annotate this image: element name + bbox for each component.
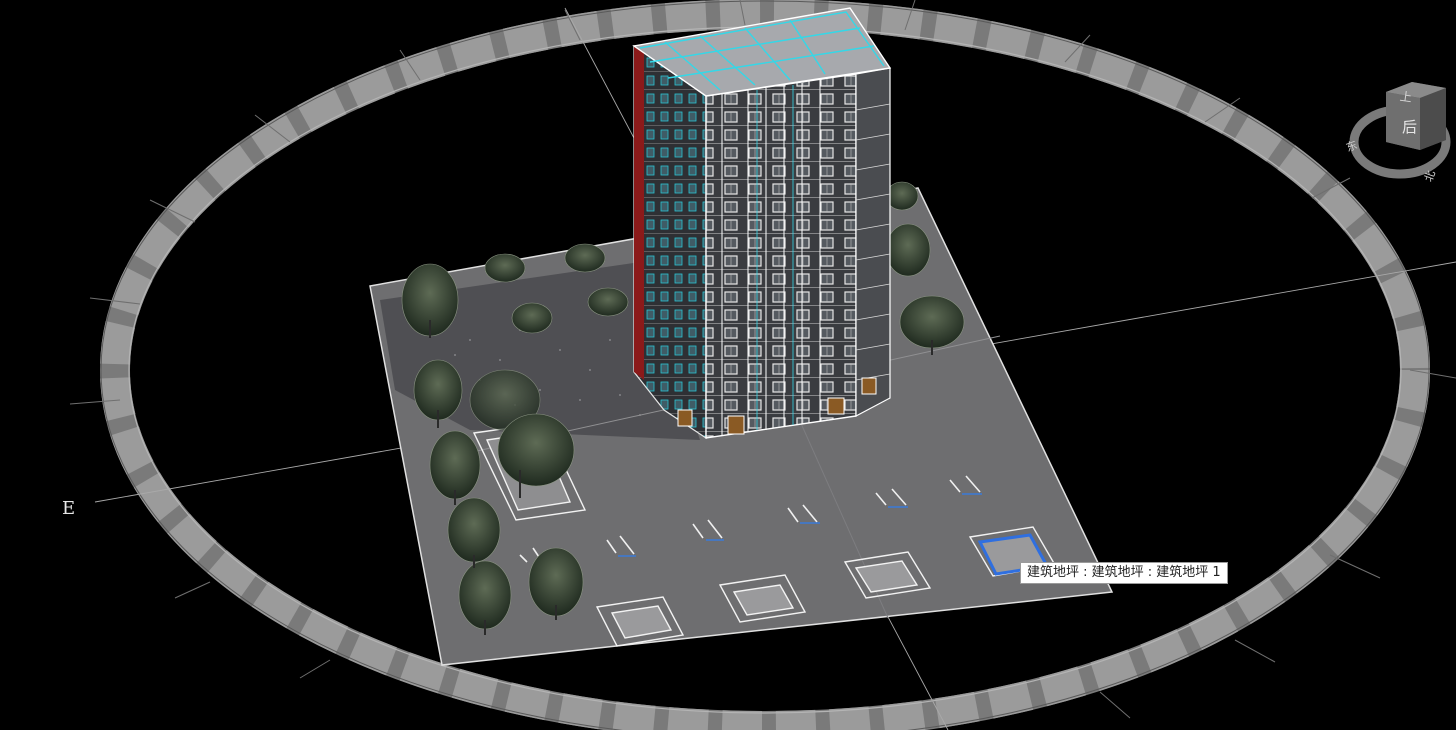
viewcube-front-label[interactable]: 后	[1402, 116, 1417, 137]
compass-east-label: E	[62, 498, 76, 519]
viewcube-top-label[interactable]: 上	[1399, 87, 1413, 106]
viewcube-labels[interactable]: 上 后 东 北	[1344, 78, 1456, 188]
element-tooltip: 建筑地坪 : 建筑地坪 : 建筑地坪 1	[1020, 562, 1228, 584]
viewcube-ring-right-label[interactable]: 北	[1420, 168, 1439, 184]
3d-viewport[interactable]	[0, 0, 1456, 730]
residential-tower[interactable]	[632, 7, 892, 440]
